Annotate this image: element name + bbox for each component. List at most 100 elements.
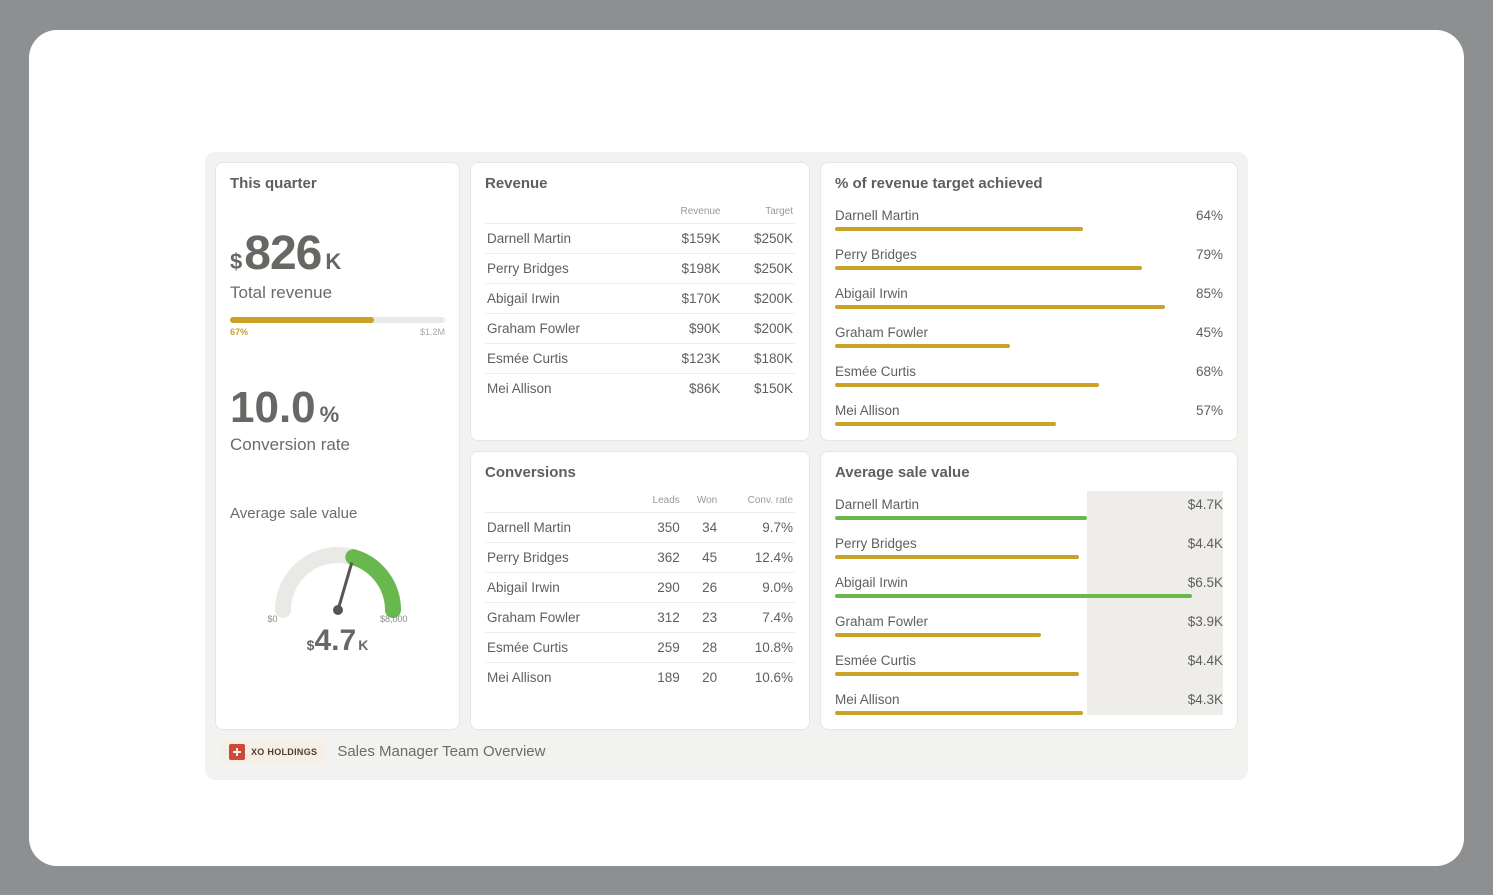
bar-track bbox=[835, 344, 1223, 348]
bar-track bbox=[835, 672, 1223, 676]
cell-name: Esmée Curtis bbox=[485, 632, 634, 662]
bar-name: Graham Fowler bbox=[835, 614, 928, 629]
bar-fill bbox=[835, 594, 1192, 598]
bar-value: 64% bbox=[1196, 208, 1223, 223]
bar-track bbox=[835, 266, 1223, 270]
dashboard-footer: XO HOLDINGS Sales Manager Team Overview bbox=[215, 740, 1238, 764]
bar-row: Esmée Curtis$4.4K bbox=[835, 647, 1223, 676]
bar-name: Esmée Curtis bbox=[835, 653, 916, 668]
table-row: Darnell Martin350349.7% bbox=[485, 512, 795, 542]
gauge-max-label: $8,000 bbox=[380, 614, 408, 624]
bar-fill bbox=[835, 422, 1056, 426]
table-row: Perry Bridges3624512.4% bbox=[485, 542, 795, 572]
bar-fill bbox=[835, 555, 1079, 559]
bar-track bbox=[835, 594, 1223, 598]
avg-sale-title: Average sale value bbox=[835, 464, 1223, 481]
gauge-title: Average sale value bbox=[230, 505, 445, 522]
bar-value: $4.7K bbox=[1188, 497, 1223, 512]
quarter-title: This quarter bbox=[230, 175, 445, 192]
bar-name: Perry Bridges bbox=[835, 247, 917, 262]
avg-sale-card: Average sale value Darnell Martin $4.7K Pe… bbox=[820, 451, 1238, 730]
bar-name: Graham Fowler bbox=[835, 325, 928, 340]
revenue-title: Revenue bbox=[485, 175, 795, 192]
cell-target: $200K bbox=[723, 313, 796, 343]
bar-track bbox=[835, 516, 1223, 520]
gauge: $0 $8,000 $ 4.7 K bbox=[230, 530, 445, 658]
cell-target: $250K bbox=[723, 253, 796, 283]
bar-row: Mei Allison $4.3K bbox=[835, 686, 1223, 715]
bar-track bbox=[835, 227, 1223, 231]
cell-won: 34 bbox=[682, 512, 719, 542]
target-pct-title: % of revenue target achieved bbox=[835, 175, 1223, 192]
bar-name: Abigail Irwin bbox=[835, 286, 908, 301]
bar-row: Esmée Curtis 68% bbox=[835, 358, 1223, 387]
conversion-number: 10.0 bbox=[230, 383, 316, 433]
cell-name: Darnell Martin bbox=[485, 223, 648, 253]
threshold-band bbox=[1087, 491, 1223, 715]
target-pct-card: % of revenue target achieved Darnell Mar… bbox=[820, 162, 1238, 441]
bar-name: Darnell Martin bbox=[835, 208, 919, 223]
cell-name: Darnell Martin bbox=[485, 512, 634, 542]
bar-fill bbox=[835, 266, 1142, 270]
brand-name: XO HOLDINGS bbox=[251, 747, 317, 757]
cell-name: Esmée Curtis bbox=[485, 343, 648, 373]
bar-value: 68% bbox=[1196, 364, 1223, 379]
cell-leads: 290 bbox=[634, 572, 682, 602]
cell-target: $150K bbox=[723, 373, 796, 403]
cell-rate: 9.7% bbox=[719, 512, 795, 542]
conversions-title: Conversions bbox=[485, 464, 795, 481]
revenue-progress-fill bbox=[230, 317, 374, 323]
cell-leads: 259 bbox=[634, 632, 682, 662]
revenue-progress-track bbox=[230, 317, 445, 323]
cell-target: $250K bbox=[723, 223, 796, 253]
bar-value: $4.3K bbox=[1188, 692, 1223, 707]
cell-won: 26 bbox=[682, 572, 719, 602]
bar-value: 79% bbox=[1196, 247, 1223, 262]
bar-row: Darnell Martin 64% bbox=[835, 202, 1223, 231]
bar-row: Perry Bridges$4.4K bbox=[835, 530, 1223, 559]
brand-chip: XO HOLDINGS bbox=[221, 740, 325, 764]
bar-fill bbox=[835, 383, 1099, 387]
bar-name: Darnell Martin bbox=[835, 497, 919, 512]
bar-row: Mei Allison57% bbox=[835, 397, 1223, 426]
conv-col-won: Won bbox=[682, 491, 719, 513]
cell-name: Mei Allison bbox=[485, 373, 648, 403]
cell-leads: 350 bbox=[634, 512, 682, 542]
bar-track bbox=[835, 422, 1223, 426]
revenue-suffix: K bbox=[325, 249, 341, 275]
cell-rate: 9.0% bbox=[719, 572, 795, 602]
gauge-range: $0 $8,000 bbox=[268, 614, 408, 624]
bar-row: Darnell Martin $4.7K bbox=[835, 491, 1223, 520]
cell-revenue: $86K bbox=[648, 373, 722, 403]
cell-won: 23 bbox=[682, 602, 719, 632]
bar-fill bbox=[835, 227, 1083, 231]
gauge-min-label: $0 bbox=[268, 614, 278, 624]
conv-col-rate: Conv. rate bbox=[719, 491, 795, 513]
table-row: Graham Fowler312237.4% bbox=[485, 602, 795, 632]
revenue-table: Revenue Target Darnell Martin$159K$250KP… bbox=[485, 202, 795, 403]
bar-fill bbox=[835, 633, 1041, 637]
bar-value: $4.4K bbox=[1188, 536, 1223, 551]
gauge-icon bbox=[263, 530, 413, 620]
conversion-suffix: % bbox=[320, 402, 340, 428]
cell-won: 28 bbox=[682, 632, 719, 662]
cell-revenue: $159K bbox=[648, 223, 722, 253]
total-revenue-label: Total revenue bbox=[230, 283, 445, 303]
revenue-col-name bbox=[485, 202, 648, 224]
conversions-card: Conversions Leads Won Conv. rate Darnell… bbox=[470, 451, 810, 730]
bar-fill bbox=[835, 516, 1087, 520]
bar-row: Abigail Irwin85% bbox=[835, 280, 1223, 309]
cell-rate: 10.8% bbox=[719, 632, 795, 662]
cell-name: Graham Fowler bbox=[485, 602, 634, 632]
bar-value: 45% bbox=[1196, 325, 1223, 340]
conversion-rate-value: 10.0 % bbox=[230, 383, 445, 433]
bar-row: Perry Bridges 79% bbox=[835, 241, 1223, 270]
conversion-rate-label: Conversion rate bbox=[230, 435, 445, 455]
dashboard-title: Sales Manager Team Overview bbox=[337, 743, 545, 760]
bar-name: Esmée Curtis bbox=[835, 364, 916, 379]
conv-col-name bbox=[485, 491, 634, 513]
cell-leads: 189 bbox=[634, 662, 682, 692]
app-frame: This quarter $ 826 K Total revenue 67% $… bbox=[29, 30, 1464, 866]
bar-name: Mei Allison bbox=[835, 692, 900, 707]
bar-name: Mei Allison bbox=[835, 403, 900, 418]
